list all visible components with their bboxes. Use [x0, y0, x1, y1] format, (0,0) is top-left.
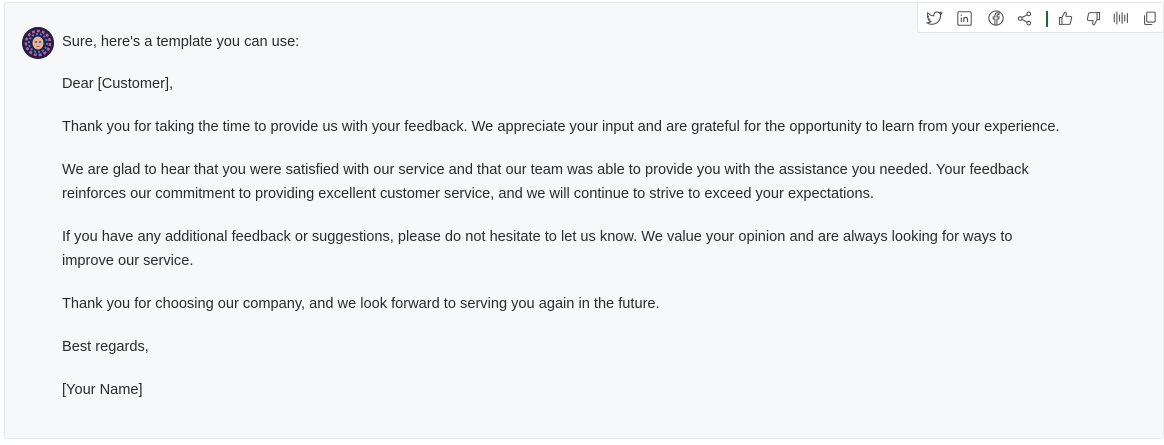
share-linkedin-button[interactable]	[954, 8, 974, 28]
thumbs-down-button[interactable]	[1083, 8, 1103, 28]
letter-paragraph: Thank you for choosing our company, and …	[62, 296, 660, 312]
twitter-icon	[926, 11, 943, 25]
linkedin-icon	[956, 10, 972, 26]
letter-closing: Best regards,	[62, 339, 149, 355]
share-twitter-button[interactable]	[924, 8, 944, 28]
thumbs-down-icon	[1086, 11, 1100, 25]
toolbar-divider	[1046, 11, 1048, 27]
read-aloud-button[interactable]	[1111, 8, 1131, 28]
copy-button[interactable]	[1139, 8, 1159, 28]
letter-signature: [Your Name]	[62, 382, 143, 398]
message-body: Sure, here's a template you can use: Dea…	[62, 30, 1062, 402]
letter-paragraph: We are glad to hear that you were satisf…	[62, 162, 1029, 202]
facebook-icon	[988, 10, 1004, 26]
message-actions-toolbar	[917, 3, 1164, 33]
copy-icon	[1143, 11, 1156, 25]
avatar-image	[22, 27, 54, 59]
assistant-avatar	[22, 27, 54, 59]
message-intro: Sure, here's a template you can use:	[62, 34, 300, 50]
letter-paragraph: Thank you for taking the time to provide…	[62, 119, 1060, 135]
audio-icon	[1113, 11, 1128, 25]
chat-message-card: Sure, here's a template you can use: Dea…	[4, 2, 1164, 439]
letter-salutation: Dear [Customer],	[62, 76, 174, 92]
letter-paragraph: If you have any additional feedback or s…	[62, 229, 1013, 269]
thumbs-up-icon	[1058, 11, 1072, 25]
share-facebook-button[interactable]	[986, 8, 1006, 28]
thumbs-up-button[interactable]	[1055, 8, 1075, 28]
share-icon	[1017, 10, 1031, 26]
share-button[interactable]	[1014, 8, 1034, 28]
